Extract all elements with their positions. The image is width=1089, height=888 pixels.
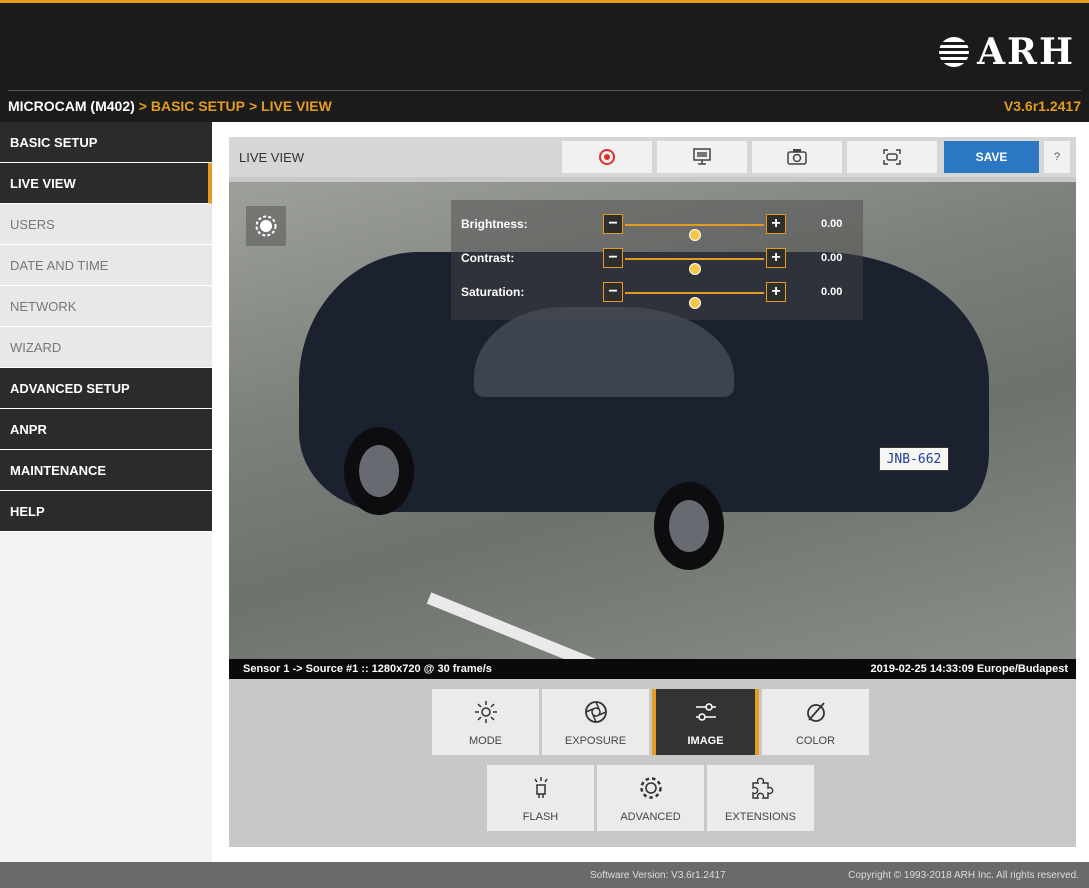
sidebar-item-advanced-setup[interactable]: ADVANCED SETUP: [0, 368, 212, 409]
gear-icon: [639, 777, 662, 799]
header-divider: [8, 90, 1081, 91]
arh-logo: ARH: [937, 31, 1075, 73]
breadcrumb-live-view: > LIVE VIEW: [248, 98, 332, 114]
mode-tile[interactable]: MODE: [432, 689, 539, 755]
mode-icon: [474, 701, 497, 723]
brightness-slider[interactable]: [625, 224, 764, 241]
contrast-slider-row: Contrast: − + 0.00: [461, 248, 853, 275]
sun-icon: [255, 215, 277, 237]
record-button[interactable]: [562, 141, 652, 173]
camera-icon: [787, 149, 807, 165]
saturation-decrease-button[interactable]: −: [603, 282, 623, 302]
header: ARH MICROCAM (M402) > BASIC SETUP > LIVE…: [0, 0, 1089, 122]
flash-icon: [533, 777, 548, 798]
contrast-increase-button[interactable]: +: [766, 248, 786, 268]
version-label: V3.6r1.2417: [1003, 98, 1081, 114]
snapshot-button[interactable]: [752, 141, 842, 173]
stream-timestamp: 2019-02-25 14:33:09 Europe/Budapest: [870, 663, 1068, 675]
car-wheel: [344, 427, 414, 515]
brightness-slider-handle[interactable]: [688, 229, 701, 241]
contrast-value: 0.00: [821, 252, 843, 264]
stream-status-bar: Sensor 1 -> Source #1 :: 1280x720 @ 30 f…: [229, 659, 1076, 679]
saturation-value: 0.00: [821, 286, 843, 298]
toolbar: LIVE VIEW SAVE ?: [229, 137, 1076, 177]
save-button[interactable]: SAVE: [944, 141, 1039, 173]
breadcrumb: MICROCAM (M402) > BASIC SETUP > LIVE VIE…: [8, 98, 332, 114]
saturation-slider[interactable]: [625, 292, 764, 309]
live-view-panel: LIVE VIEW SAVE ? JNB-662 Brightness: − +…: [229, 137, 1076, 847]
color-tile[interactable]: COLOR: [762, 689, 869, 755]
sidebar-item-basic-setup[interactable]: BASIC SETUP: [0, 122, 212, 163]
puzzle-icon: [751, 777, 773, 799]
arh-logo-icon: [937, 37, 972, 67]
image-adjustment-panel: Brightness: − + 0.00 Contrast: − + 0.00 …: [451, 200, 863, 320]
brightness-slider-row: Brightness: − + 0.00: [461, 214, 853, 241]
mode-label: MODE: [469, 735, 502, 747]
brightness-value: 0.00: [821, 218, 843, 230]
saturation-increase-button[interactable]: +: [766, 282, 786, 302]
brightness-decrease-button[interactable]: −: [603, 214, 623, 234]
color-label: COLOR: [795, 735, 836, 747]
flash-label: FLASH: [522, 811, 559, 823]
brightness-toggle-button[interactable]: [246, 206, 286, 246]
scan-frame-icon: [883, 149, 901, 165]
car-wheel: [654, 482, 724, 570]
sidebar-item-help[interactable]: HELP: [0, 491, 212, 532]
flash-tile[interactable]: FLASH: [487, 765, 594, 831]
sliders-icon: [695, 703, 716, 721]
extensions-tile[interactable]: EXTENSIONS: [707, 765, 814, 831]
footer-copyright: Copyright © 1993-2018 ARH Inc. All right…: [848, 870, 1079, 881]
extensions-label: EXTENSIONS: [725, 811, 796, 823]
aperture-icon: [584, 701, 607, 723]
record-icon: [599, 149, 615, 165]
breadcrumb-device[interactable]: MICROCAM (M402): [8, 98, 135, 114]
advanced-tile[interactable]: ADVANCED: [597, 765, 704, 831]
sidebar-item-wizard[interactable]: WIZARD: [0, 327, 212, 368]
sidebar-item-date-and-time[interactable]: DATE AND TIME: [0, 245, 212, 286]
scan-frame-button[interactable]: [847, 141, 937, 173]
live-video-feed[interactable]: JNB-662 Brightness: − + 0.00 Contrast: −: [229, 182, 1076, 659]
logo-text: ARH: [977, 31, 1075, 73]
panel-title: LIVE VIEW: [239, 150, 305, 165]
image-tile[interactable]: IMAGE: [652, 689, 759, 755]
car-window: [474, 307, 734, 397]
saturation-slider-row: Saturation: − + 0.00: [461, 282, 853, 309]
breadcrumb-basic-setup[interactable]: > BASIC SETUP: [139, 98, 245, 114]
advanced-label: ADVANCED: [620, 811, 681, 823]
help-button[interactable]: ?: [1044, 141, 1070, 173]
footer-software-version: Software Version: V3.6r1.2417: [590, 870, 726, 881]
contrast-slider[interactable]: [625, 258, 764, 275]
exposure-tile[interactable]: EXPOSURE: [542, 689, 649, 755]
contrast-slider-handle[interactable]: [688, 263, 701, 275]
sidebar-item-live-view[interactable]: LIVE VIEW: [0, 163, 212, 204]
saturation-slider-handle[interactable]: [688, 297, 701, 309]
contrast-decrease-button[interactable]: −: [603, 248, 623, 268]
road-marking: [426, 592, 691, 659]
saturation-label: Saturation:: [461, 285, 525, 299]
stream-source-info: Sensor 1 -> Source #1 :: 1280x720 @ 30 f…: [243, 663, 492, 675]
image-label: IMAGE: [687, 735, 724, 747]
color-icon: [806, 702, 825, 722]
sidebar: BASIC SETUP LIVE VIEW USERS DATE AND TIM…: [0, 122, 212, 862]
contrast-label: Contrast:: [461, 251, 515, 265]
sidebar-item-maintenance[interactable]: MAINTENANCE: [0, 450, 212, 491]
footer: Software Version: V3.6r1.2417 Copyright …: [0, 862, 1089, 888]
license-plate: JNB-662: [879, 447, 949, 471]
display-button[interactable]: [657, 141, 747, 173]
display-icon: [693, 148, 711, 165]
sidebar-item-users[interactable]: USERS: [0, 204, 212, 245]
exposure-label: EXPOSURE: [564, 735, 627, 747]
sidebar-item-network[interactable]: NETWORK: [0, 286, 212, 327]
brightness-label: Brightness:: [461, 217, 528, 231]
brightness-increase-button[interactable]: +: [766, 214, 786, 234]
sidebar-item-anpr[interactable]: ANPR: [0, 409, 212, 450]
